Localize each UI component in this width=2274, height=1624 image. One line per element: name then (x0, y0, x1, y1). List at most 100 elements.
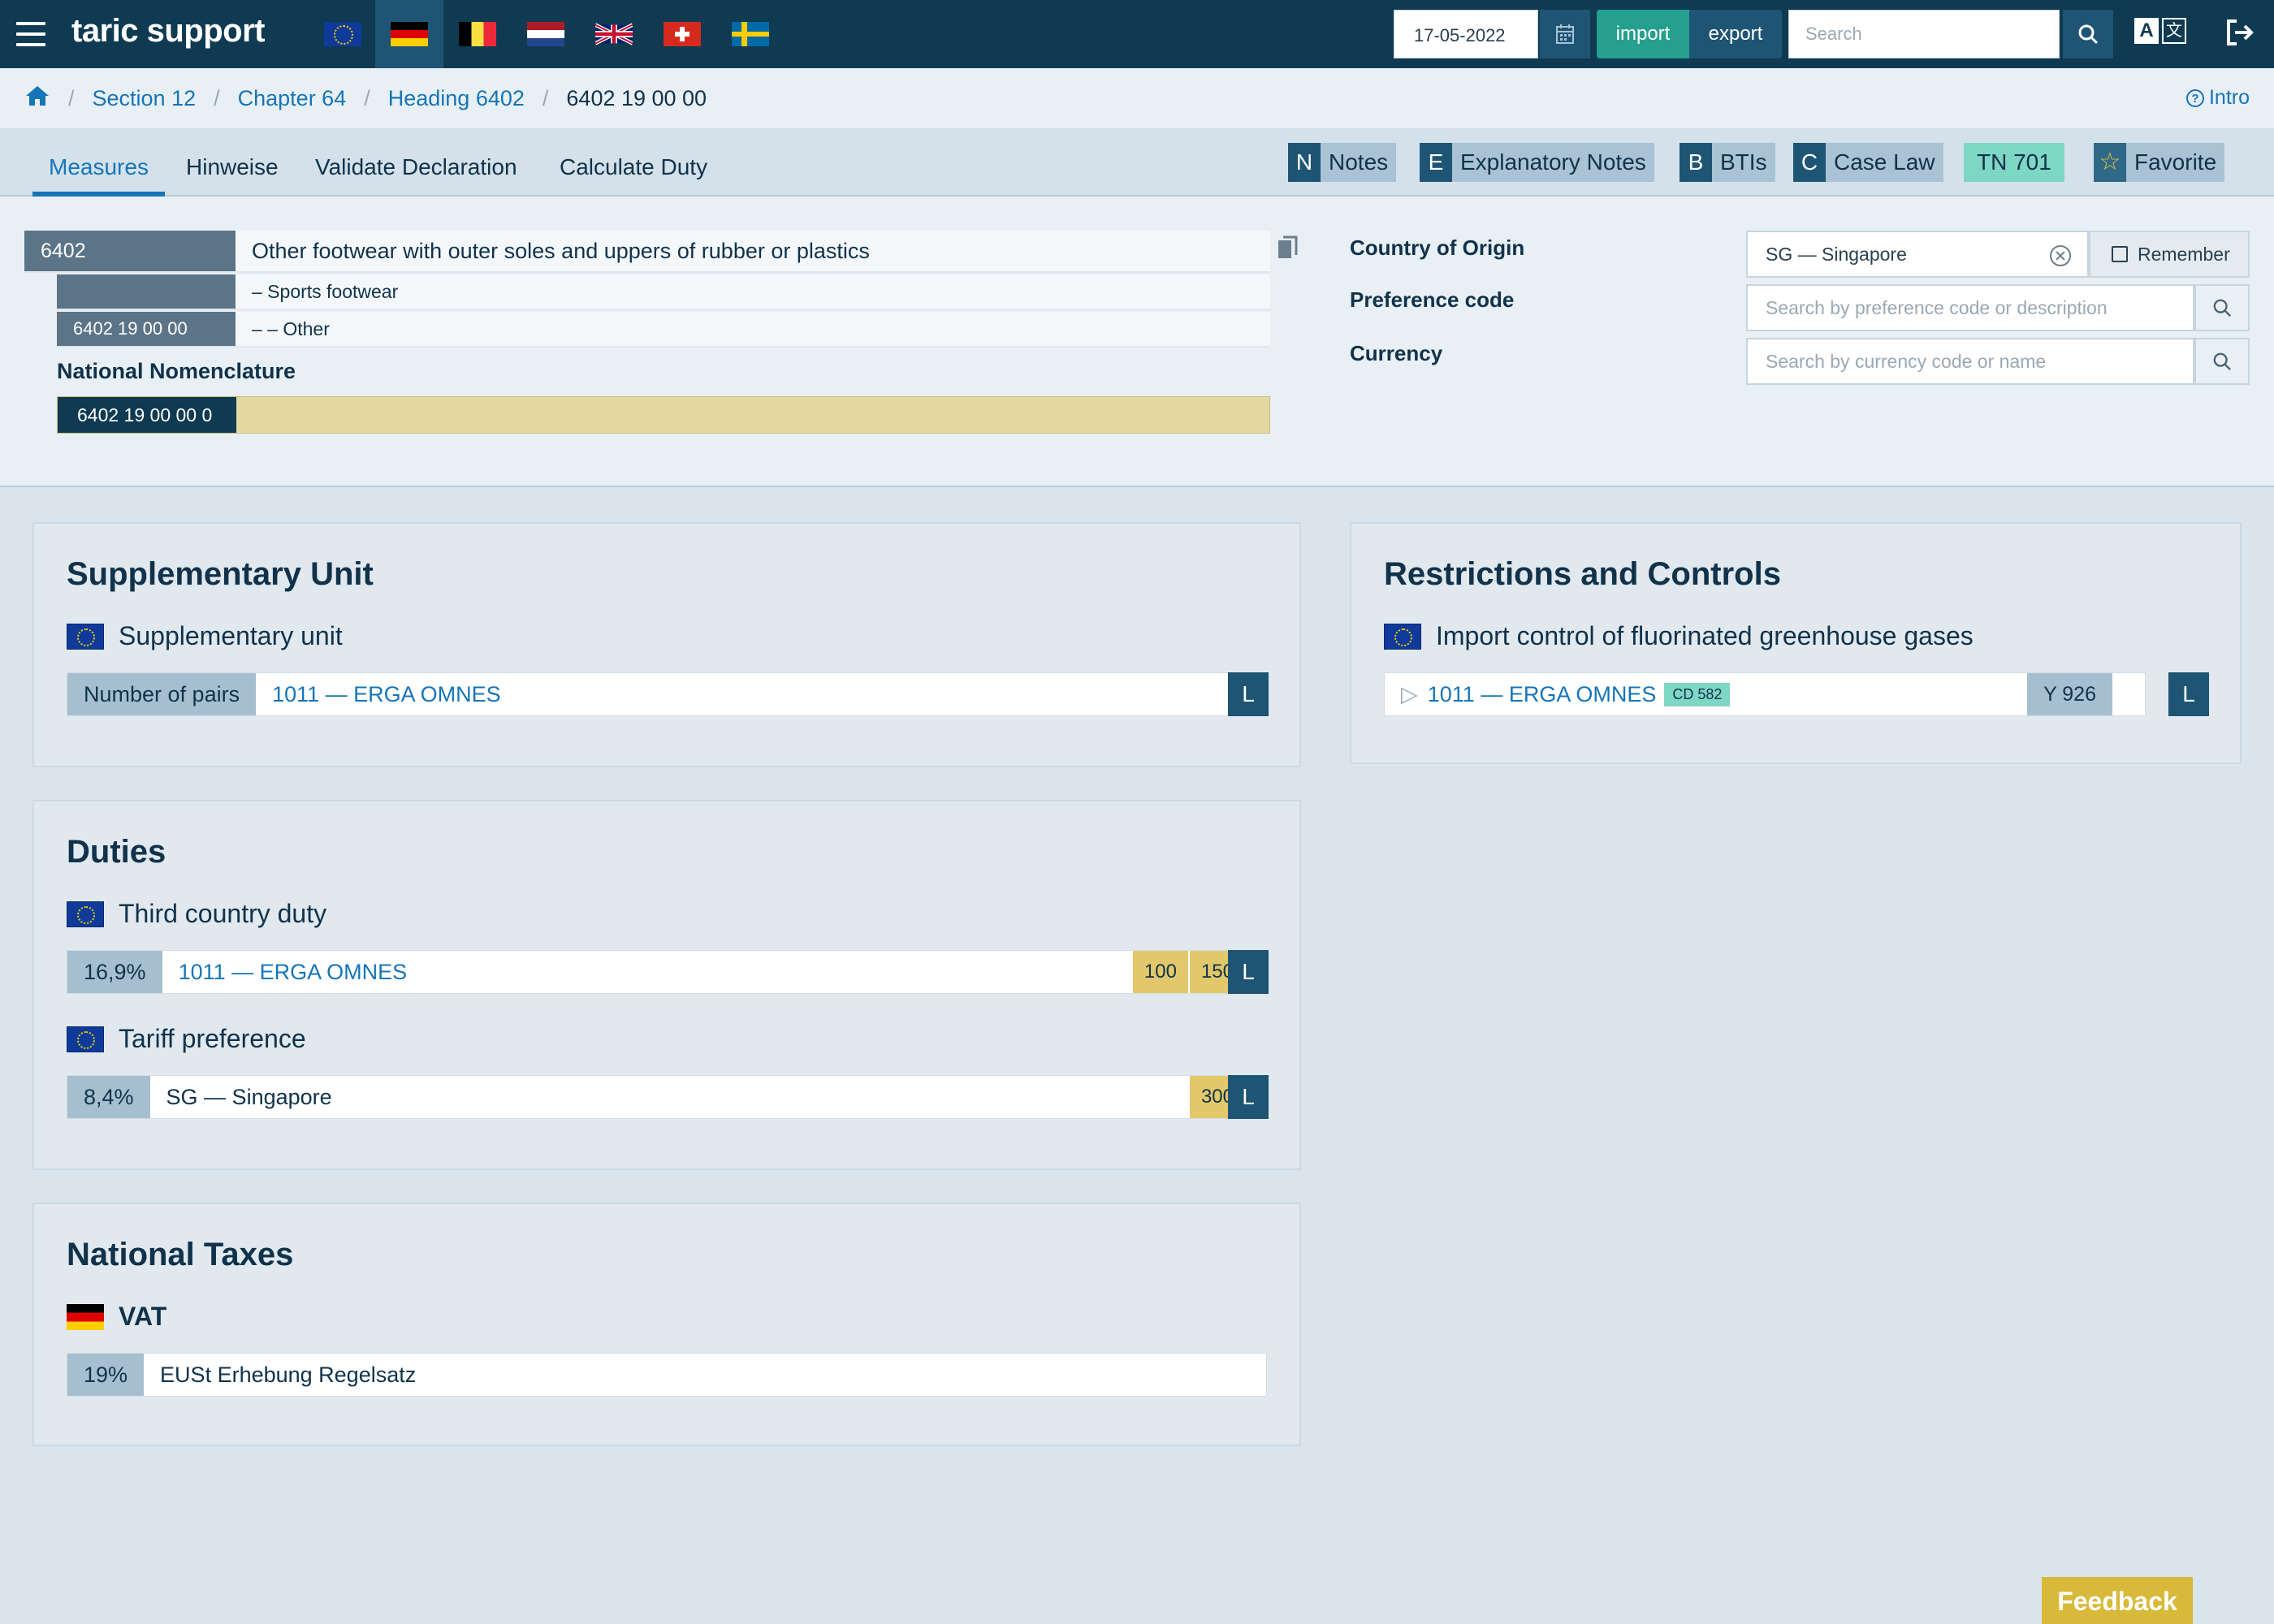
btis-key: B (1680, 143, 1712, 182)
vat-subtitle: VAT (67, 1302, 166, 1332)
logout-icon[interactable] (2224, 16, 2259, 52)
be-flag-icon[interactable] (443, 0, 512, 68)
subheading-code (57, 274, 236, 309)
tab-measures[interactable]: Measures (32, 154, 165, 197)
intro-label: Intro (2208, 86, 2250, 109)
third-country-duty-text: Third country duty (119, 899, 327, 928)
expand-icon[interactable]: ▷ (1401, 682, 1418, 707)
restrictions-title: Restrictions and Controls (1384, 556, 1781, 592)
import-button[interactable]: import (1597, 10, 1689, 58)
national-taxes-title: National Taxes (67, 1237, 294, 1272)
notes-button[interactable]: N Notes (1288, 143, 1397, 182)
restriction-geo-link[interactable]: ▷ 1011 — ERGA OMNES CD 582 (1385, 673, 1731, 715)
de-flag-icon (67, 1303, 104, 1330)
help-icon: ? (2185, 89, 2204, 107)
legal-base-button[interactable]: L (1228, 672, 1269, 716)
restriction-geo-text: 1011 — ERGA OMNES (1427, 681, 1657, 706)
nl-flag-icon[interactable] (512, 0, 580, 68)
heading-code: 6402 (24, 231, 236, 271)
btis-button[interactable]: B BTIs (1680, 143, 1775, 182)
case-law-key: C (1793, 143, 1826, 182)
tab-validate-declaration[interactable]: Validate Declaration (315, 154, 517, 197)
tab-bar: Measures Hinweise Validate Declaration C… (0, 128, 2274, 197)
eu-flag-icon[interactable] (309, 0, 377, 68)
search-icon[interactable] (2063, 10, 2113, 58)
breadcrumb-heading[interactable]: Heading 6402 (388, 86, 525, 111)
case-law-button[interactable]: C Case Law (1793, 143, 1943, 182)
legal-base-button[interactable]: L (1228, 1075, 1269, 1119)
tab-hinweise[interactable]: Hinweise (186, 154, 279, 197)
duties-title: Duties (67, 834, 166, 870)
notes-key: N (1288, 143, 1321, 182)
third-country-duty-row[interactable]: 16,9% 1011 — ERGA OMNES 100 150 (67, 950, 1246, 994)
intro-link[interactable]: ? Intro (2185, 86, 2250, 110)
notes-label: Notes (1329, 149, 1389, 175)
search-input[interactable] (1788, 10, 2060, 58)
breadcrumb-section[interactable]: Section 12 (93, 86, 197, 111)
remember-label: Remember (2138, 243, 2230, 265)
heading-row: 6402 Other footwear with outer soles and… (24, 231, 1270, 273)
national-nomenclature-title: National Nomenclature (57, 359, 296, 383)
vat-description: EUSt Erhebung Regelsatz (160, 1362, 417, 1387)
restrictions-subtitle-text: Import control of fluorinated greenhouse… (1436, 621, 1974, 650)
feedback-button[interactable]: Feedback (2042, 1577, 2193, 1624)
home-icon[interactable] (24, 84, 50, 113)
copy-icon[interactable] (1277, 235, 1298, 260)
remember-checkbox[interactable]: Remember (2089, 231, 2250, 278)
tariff-preference-rate: 8,4% (67, 1076, 150, 1118)
explanatory-notes-button[interactable]: E Explanatory Notes (1420, 143, 1654, 182)
export-button[interactable]: export (1689, 10, 1782, 58)
date-input[interactable]: 17-05-2022 (1394, 10, 1538, 58)
supplementary-unit-geo-link[interactable]: 1011 — ERGA OMNES (256, 673, 1260, 715)
explanatory-notes-key: E (1420, 143, 1452, 182)
cd-badge[interactable]: CD 582 (1664, 682, 1731, 706)
vat-row[interactable]: 19% EUSt Erhebung Regelsatz (67, 1353, 1267, 1397)
legal-base-button[interactable]: L (1228, 950, 1269, 994)
tariff-preference-text: Tariff preference (119, 1024, 306, 1053)
supplementary-unit-row[interactable]: Number of pairs 1011 — ERGA OMNES (67, 672, 1260, 716)
restriction-row[interactable]: ▷ 1011 — ERGA OMNES CD 582 Y 926 (1384, 672, 2146, 716)
eu-flag-icon (67, 623, 104, 650)
country-of-origin-input[interactable] (1746, 231, 2089, 278)
btis-label: BTIs (1720, 149, 1767, 175)
preference-search-icon[interactable] (2194, 284, 2250, 331)
uk-flag-icon[interactable] (580, 0, 648, 68)
brand-logo[interactable]: taric support (71, 13, 265, 50)
third-country-duty-geo-link[interactable]: 1011 — ERGA OMNES (162, 951, 1131, 993)
country-of-origin-label: Country of Origin (1350, 235, 1525, 260)
restrictions-panel: Restrictions and Controls Import control… (1350, 522, 2242, 764)
eu-flag-icon (67, 1026, 104, 1052)
eu-flag-icon (1384, 623, 1421, 650)
restrictions-subtitle: Import control of fluorinated greenhouse… (1384, 621, 1974, 651)
clear-icon[interactable] (2050, 245, 2071, 266)
breadcrumb-current: 6402 19 00 00 (566, 86, 707, 110)
supplementary-unit-title: Supplementary Unit (67, 556, 374, 592)
restriction-code[interactable]: Y 926 (2027, 673, 2112, 715)
currency-search-icon[interactable] (2194, 338, 2250, 385)
vat-rate: 19% (67, 1354, 145, 1396)
commodity-row: 6402 19 00 00 – – Other (57, 312, 1270, 348)
supplementary-unit-lead: Number of pairs (67, 673, 257, 715)
duties-panel: Duties Third country duty 16,9% 1011 — E… (32, 800, 1301, 1170)
footnote-badge[interactable]: 100 (1132, 951, 1188, 993)
calendar-icon[interactable] (1540, 10, 1590, 58)
supplementary-unit-subtitle: Supplementary unit (67, 621, 343, 651)
menu-icon[interactable] (16, 22, 45, 46)
se-flag-icon[interactable] (716, 0, 785, 68)
tn-badge[interactable]: TN 701 (1964, 143, 2064, 182)
ch-flag-icon[interactable] (648, 0, 716, 68)
tab-calculate-duty[interactable]: Calculate Duty (560, 154, 707, 197)
translate-icon[interactable]: A文 (2134, 18, 2188, 49)
breadcrumb-bar: / Section 12 / Chapter 64 / Heading 6402… (0, 68, 2274, 128)
preference-code-input[interactable] (1746, 284, 2194, 331)
breadcrumb-chapter[interactable]: Chapter 64 (238, 86, 347, 111)
favorite-button[interactable]: ☆ Favorite (2094, 143, 2225, 182)
preference-code-label: Preference code (1350, 287, 1515, 312)
national-nomenclature-bar[interactable]: 6402 19 00 00 0 (57, 396, 1270, 434)
tariff-preference-row[interactable]: 8,4% SG — Singapore 300 (67, 1075, 1246, 1119)
legal-base-button[interactable]: L (2168, 672, 2209, 716)
de-flag-icon[interactable] (375, 0, 443, 68)
currency-input[interactable] (1746, 338, 2194, 385)
tariff-preference-geo: SG — Singapore (166, 1084, 332, 1109)
subheading-description: – Sports footwear (252, 280, 399, 302)
